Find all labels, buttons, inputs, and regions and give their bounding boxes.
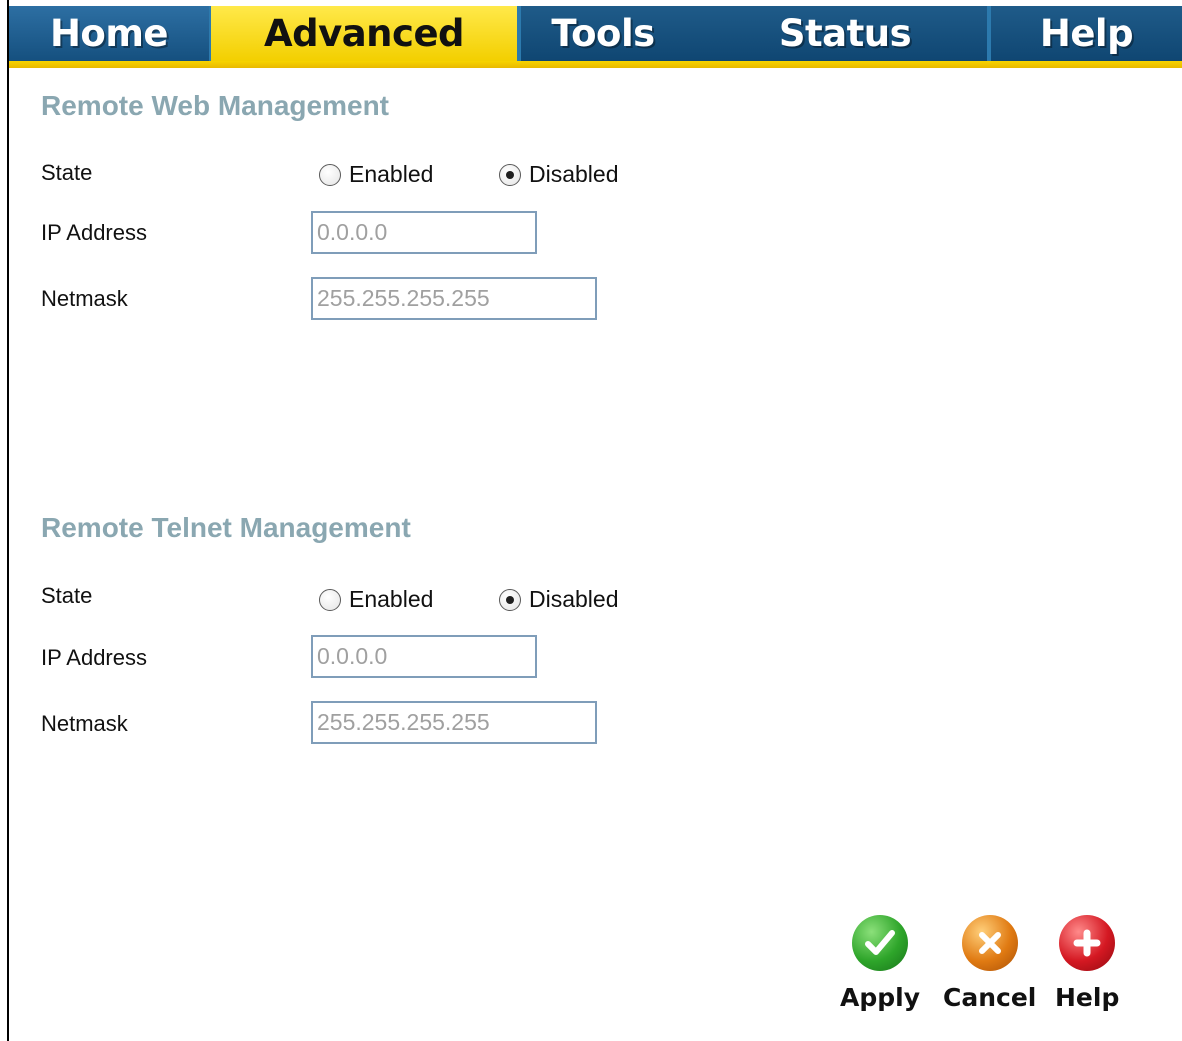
web-enabled-radio[interactable]	[319, 163, 341, 186]
tab-tools-label: Tools	[551, 12, 655, 55]
telnet-ip-input[interactable]: 0.0.0.0	[311, 635, 537, 678]
tab-advanced[interactable]: Advanced	[211, 6, 517, 61]
x-icon	[961, 915, 1018, 971]
web-ip-input[interactable]: 0.0.0.0	[311, 211, 537, 254]
tab-home-label: Home	[49, 12, 169, 55]
telnet-disabled-label: Disabled	[529, 586, 619, 612]
web-disabled-radio[interactable]	[499, 163, 521, 186]
web-section-title: Remote Web Management	[41, 90, 389, 121]
cancel-label: Cancel	[943, 983, 1037, 1012]
telnet-disabled-radio[interactable]	[499, 588, 521, 611]
tab-home[interactable]: Home	[9, 6, 209, 61]
web-state-label: State	[41, 160, 93, 185]
tab-status-label: Status	[778, 12, 912, 55]
telnet-ip-label: IP Address	[41, 645, 147, 670]
cancel-button[interactable]: Cancel	[943, 915, 1036, 1012]
web-enabled-label: Enabled	[349, 161, 434, 187]
top-navigation: Home Advanced Tools Status Help	[9, 6, 1182, 68]
apply-button[interactable]: Apply	[840, 915, 920, 1012]
frame-left-border	[7, 0, 9, 1041]
web-disabled-option[interactable]: Disabled	[499, 161, 619, 188]
tab-tools[interactable]: Tools	[519, 6, 687, 61]
telnet-enabled-label: Enabled	[349, 586, 434, 612]
radio-selected-dot	[506, 595, 514, 604]
tab-help[interactable]: Help	[991, 6, 1182, 61]
telnet-enabled-radio[interactable]	[319, 588, 341, 611]
check-icon	[852, 915, 908, 971]
telnet-state-label: State	[41, 583, 93, 608]
telnet-enabled-option[interactable]: Enabled	[319, 586, 433, 613]
help-label: Help	[1055, 983, 1120, 1012]
nav-underline	[9, 61, 1182, 68]
telnet-disabled-option[interactable]: Disabled	[499, 586, 619, 613]
plus-icon	[1059, 915, 1116, 971]
web-netmask-label: Netmask	[41, 286, 128, 311]
tab-advanced-label: Advanced	[263, 12, 465, 55]
tab-help-label: Help	[1039, 12, 1134, 55]
help-button[interactable]: Help	[1055, 915, 1119, 1012]
web-ip-label: IP Address	[41, 220, 147, 245]
apply-label: Apply	[840, 983, 921, 1012]
web-enabled-option[interactable]: Enabled	[319, 161, 433, 188]
telnet-netmask-label: Netmask	[41, 711, 128, 736]
radio-selected-dot	[506, 170, 514, 179]
web-netmask-input[interactable]: 255.255.255.255	[311, 277, 597, 320]
tab-status[interactable]: Status	[745, 6, 945, 61]
telnet-netmask-input[interactable]: 255.255.255.255	[311, 701, 597, 744]
telnet-section-title: Remote Telnet Management	[41, 512, 411, 543]
web-disabled-label: Disabled	[529, 161, 619, 187]
